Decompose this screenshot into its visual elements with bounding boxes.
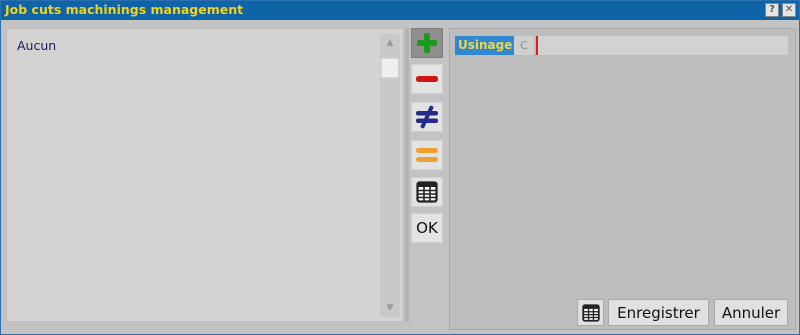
equal-icon	[416, 148, 438, 162]
help-button[interactable]: ?	[765, 3, 779, 17]
cancel-button[interactable]: Annuler	[714, 299, 788, 326]
dialog-window: Job cuts machinings management ? ✕ Aucun…	[0, 0, 800, 335]
not-equal-button[interactable]	[411, 102, 443, 132]
footer-grid-button[interactable]	[577, 299, 604, 326]
grid-icon	[416, 181, 438, 203]
scroll-thumb[interactable]	[381, 58, 399, 78]
usinage-input[interactable]	[536, 36, 788, 55]
ok-button[interactable]: OK	[411, 213, 443, 243]
add-button[interactable]	[411, 28, 443, 58]
vertical-scrollbar[interactable]: ▲ ▼	[380, 34, 400, 317]
panel-divider	[405, 28, 409, 322]
usinage-prefix: C	[514, 36, 534, 55]
not-equal-icon	[416, 105, 438, 129]
remove-button[interactable]	[411, 64, 443, 94]
scroll-up-icon[interactable]: ▲	[380, 34, 400, 52]
title-bar: Job cuts machinings management ? ✕	[1, 1, 799, 20]
plus-icon	[417, 33, 437, 53]
list-item[interactable]: Aucun	[17, 38, 56, 53]
equal-button[interactable]	[411, 140, 443, 170]
grid-button[interactable]	[411, 177, 443, 207]
items-list[interactable]: Aucun ▲ ▼	[6, 28, 404, 322]
ok-label: OK	[416, 219, 438, 237]
window-title: Job cuts machinings management	[5, 2, 244, 17]
save-button[interactable]: Enregistrer	[608, 299, 709, 326]
minus-icon	[416, 76, 438, 82]
details-panel: Usinage: C Enregistrer Annuler	[449, 28, 796, 330]
close-button[interactable]: ✕	[782, 3, 796, 17]
usinage-label: Usinage:	[455, 36, 521, 55]
grid-icon	[581, 303, 600, 322]
scroll-down-icon[interactable]: ▼	[380, 299, 400, 317]
